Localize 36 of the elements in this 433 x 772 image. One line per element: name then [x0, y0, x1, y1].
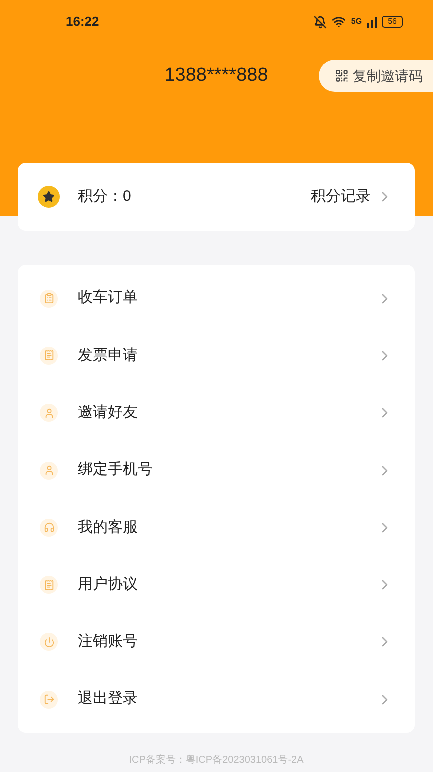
menu-item[interactable]: 邀请好友 — [18, 384, 415, 442]
status-time: 16:22 — [66, 13, 100, 32]
menu-item[interactable]: 收车订单 — [18, 270, 415, 328]
menu-label: 注销账号 — [78, 632, 138, 652]
logout-icon — [40, 690, 58, 709]
menu-label: 用户协议 — [78, 574, 138, 595]
user-icon — [40, 462, 58, 480]
network-label: 5G — [351, 18, 362, 26]
menu-label: 收车订单 — [78, 288, 138, 308]
receipt-icon — [40, 346, 58, 365]
bell-off-icon — [314, 16, 328, 28]
menu-label: 绑定手机号 — [78, 460, 153, 480]
menu-item[interactable]: 我的客服 — [18, 499, 415, 556]
user-icon — [40, 404, 58, 422]
power-icon — [40, 633, 58, 652]
menu-label: 发票申请 — [78, 346, 138, 366]
qr-code-icon — [335, 69, 349, 83]
menu-item[interactable]: 注销账号 — [18, 614, 415, 672]
receipt-icon — [40, 576, 58, 594]
headset-icon — [40, 518, 58, 537]
clipboard-icon — [40, 290, 58, 308]
menu-label: 我的客服 — [78, 518, 138, 538]
points-record-link[interactable]: 积分记录 — [311, 186, 371, 208]
menu-item[interactable]: 用户协议 — [18, 556, 415, 614]
copy-invite-code-button[interactable]: 复制邀请码 — [319, 60, 433, 92]
wifi-icon — [332, 15, 346, 29]
menu-label: 退出登录 — [78, 689, 138, 710]
phone-number: 1388****888 — [164, 64, 268, 88]
signal-icon — [367, 16, 378, 28]
points-label: 积分：0 — [78, 186, 132, 207]
icp-footer: ICP备案号：粤ICP备2023031061号-2A — [129, 755, 304, 766]
menu-item[interactable]: 退出登录 — [18, 671, 415, 728]
battery-indicator: 56 — [382, 16, 403, 28]
menu-label: 邀请好友 — [78, 402, 138, 423]
menu-item[interactable]: 绑定手机号 — [18, 442, 415, 500]
menu-item[interactable]: 发票申请 — [18, 327, 415, 385]
